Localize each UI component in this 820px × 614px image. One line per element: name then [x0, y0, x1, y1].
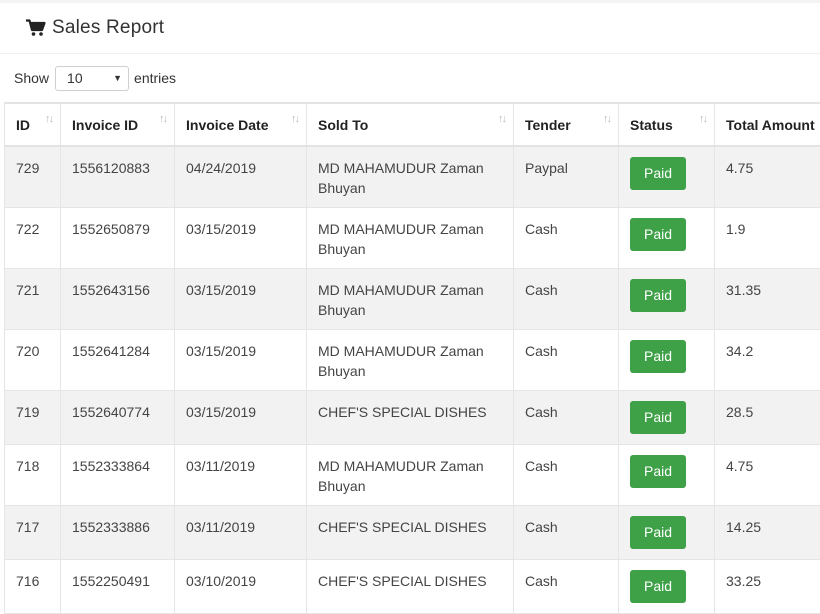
col-header-status[interactable]: Status↑↓ [619, 103, 715, 146]
cell-sold-to: CHEF'S SPECIAL DISHES [307, 559, 514, 613]
sort-icon: ↑↓ [699, 113, 706, 125]
cell-sold-to: CHEF'S SPECIAL DISHES [307, 505, 514, 559]
cell-tender: Paypal [514, 146, 619, 207]
cell-id: 719 [5, 390, 61, 444]
cell-status: Paid [619, 444, 715, 505]
cell-id: 722 [5, 207, 61, 268]
table-row: 729 1556120883 04/24/2019 MD MAHAMUDUR Z… [5, 146, 820, 207]
sort-icon: ↑↓ [498, 113, 505, 125]
table-row: 718 1552333864 03/11/2019 MD MAHAMUDUR Z… [5, 444, 820, 505]
cell-invoice-date: 03/11/2019 [175, 444, 307, 505]
status-badge: Paid [630, 516, 686, 549]
status-badge: Paid [630, 340, 686, 373]
col-header-sold-to[interactable]: Sold To↑↓ [307, 103, 514, 146]
panel-header: Sales Report [0, 3, 820, 54]
table-row: 722 1552650879 03/15/2019 MD MAHAMUDUR Z… [5, 207, 820, 268]
sort-icon: ↑↓ [603, 113, 610, 125]
cell-sold-to: MD MAHAMUDUR Zaman Bhuyan [307, 268, 514, 329]
cell-sold-to: MD MAHAMUDUR Zaman Bhuyan [307, 329, 514, 390]
table-header-row: ID↑↓ Invoice ID↑↓ Invoice Date↑↓ Sold To… [5, 103, 820, 146]
col-header-invoice-id[interactable]: Invoice ID↑↓ [61, 103, 175, 146]
cell-sold-to: MD MAHAMUDUR Zaman Bhuyan [307, 146, 514, 207]
cell-total-amount: 28.5 [715, 390, 820, 444]
col-header-tender[interactable]: Tender↑↓ [514, 103, 619, 146]
cell-invoice-id: 1552640774 [61, 390, 175, 444]
cell-total-amount: 31.35 [715, 268, 820, 329]
col-header-total-amount[interactable]: Total Amount [715, 103, 820, 146]
status-badge: Paid [630, 455, 686, 488]
sort-icon: ↑↓ [159, 113, 166, 125]
cell-invoice-date: 03/15/2019 [175, 268, 307, 329]
cell-total-amount: 33.25 [715, 559, 820, 613]
status-badge: Paid [630, 401, 686, 434]
col-header-id[interactable]: ID↑↓ [5, 103, 61, 146]
cell-invoice-id: 1552643156 [61, 268, 175, 329]
cell-total-amount: 14.25 [715, 505, 820, 559]
cell-invoice-id: 1552333864 [61, 444, 175, 505]
cell-status: Paid [619, 207, 715, 268]
cell-invoice-date: 03/15/2019 [175, 329, 307, 390]
cell-invoice-id: 1556120883 [61, 146, 175, 207]
cell-id: 718 [5, 444, 61, 505]
cart-icon [26, 19, 46, 37]
cell-status: Paid [619, 559, 715, 613]
status-badge: Paid [630, 570, 686, 603]
cell-tender: Cash [514, 390, 619, 444]
cell-sold-to: CHEF'S SPECIAL DISHES [307, 390, 514, 444]
status-badge: Paid [630, 218, 686, 251]
sort-icon: ↑↓ [45, 113, 52, 125]
cell-invoice-id: 1552641284 [61, 329, 175, 390]
chevron-down-icon: ▼ [113, 73, 122, 83]
cell-invoice-id: 1552333886 [61, 505, 175, 559]
entries-select[interactable]: 10 ▼ [55, 66, 129, 91]
length-control: Show 10 ▼ entries [0, 54, 820, 102]
table-row: 716 1552250491 03/10/2019 CHEF'S SPECIAL… [5, 559, 820, 613]
col-header-invoice-date[interactable]: Invoice Date↑↓ [175, 103, 307, 146]
cell-id: 729 [5, 146, 61, 207]
cell-status: Paid [619, 146, 715, 207]
table-row: 721 1552643156 03/15/2019 MD MAHAMUDUR Z… [5, 268, 820, 329]
cell-status: Paid [619, 390, 715, 444]
cell-id: 716 [5, 559, 61, 613]
cell-total-amount: 34.2 [715, 329, 820, 390]
cell-total-amount: 1.9 [715, 207, 820, 268]
cell-total-amount: 4.75 [715, 146, 820, 207]
cell-sold-to: MD MAHAMUDUR Zaman Bhuyan [307, 207, 514, 268]
cell-id: 720 [5, 329, 61, 390]
cell-tender: Cash [514, 559, 619, 613]
cell-tender: Cash [514, 329, 619, 390]
entries-select-value: 10 [67, 70, 83, 86]
sales-table: ID↑↓ Invoice ID↑↓ Invoice Date↑↓ Sold To… [4, 102, 820, 614]
status-badge: Paid [630, 157, 686, 190]
cell-status: Paid [619, 505, 715, 559]
cell-tender: Cash [514, 207, 619, 268]
show-label: Show [14, 70, 49, 86]
table-row: 717 1552333886 03/11/2019 CHEF'S SPECIAL… [5, 505, 820, 559]
cell-invoice-date: 04/24/2019 [175, 146, 307, 207]
cell-id: 721 [5, 268, 61, 329]
status-badge: Paid [630, 279, 686, 312]
cell-status: Paid [619, 268, 715, 329]
cell-invoice-date: 03/15/2019 [175, 207, 307, 268]
page-title: Sales Report [52, 17, 164, 39]
sort-icon: ↑↓ [291, 113, 298, 125]
cell-invoice-id: 1552250491 [61, 559, 175, 613]
entries-label: entries [134, 70, 176, 86]
cell-tender: Cash [514, 444, 619, 505]
cell-tender: Cash [514, 268, 619, 329]
table-row: 720 1552641284 03/15/2019 MD MAHAMUDUR Z… [5, 329, 820, 390]
table-row: 719 1552640774 03/15/2019 CHEF'S SPECIAL… [5, 390, 820, 444]
cell-total-amount: 4.75 [715, 444, 820, 505]
cell-invoice-date: 03/10/2019 [175, 559, 307, 613]
cell-invoice-date: 03/15/2019 [175, 390, 307, 444]
cell-id: 717 [5, 505, 61, 559]
cell-sold-to: MD MAHAMUDUR Zaman Bhuyan [307, 444, 514, 505]
cell-invoice-id: 1552650879 [61, 207, 175, 268]
cell-tender: Cash [514, 505, 619, 559]
cell-invoice-date: 03/11/2019 [175, 505, 307, 559]
cell-status: Paid [619, 329, 715, 390]
